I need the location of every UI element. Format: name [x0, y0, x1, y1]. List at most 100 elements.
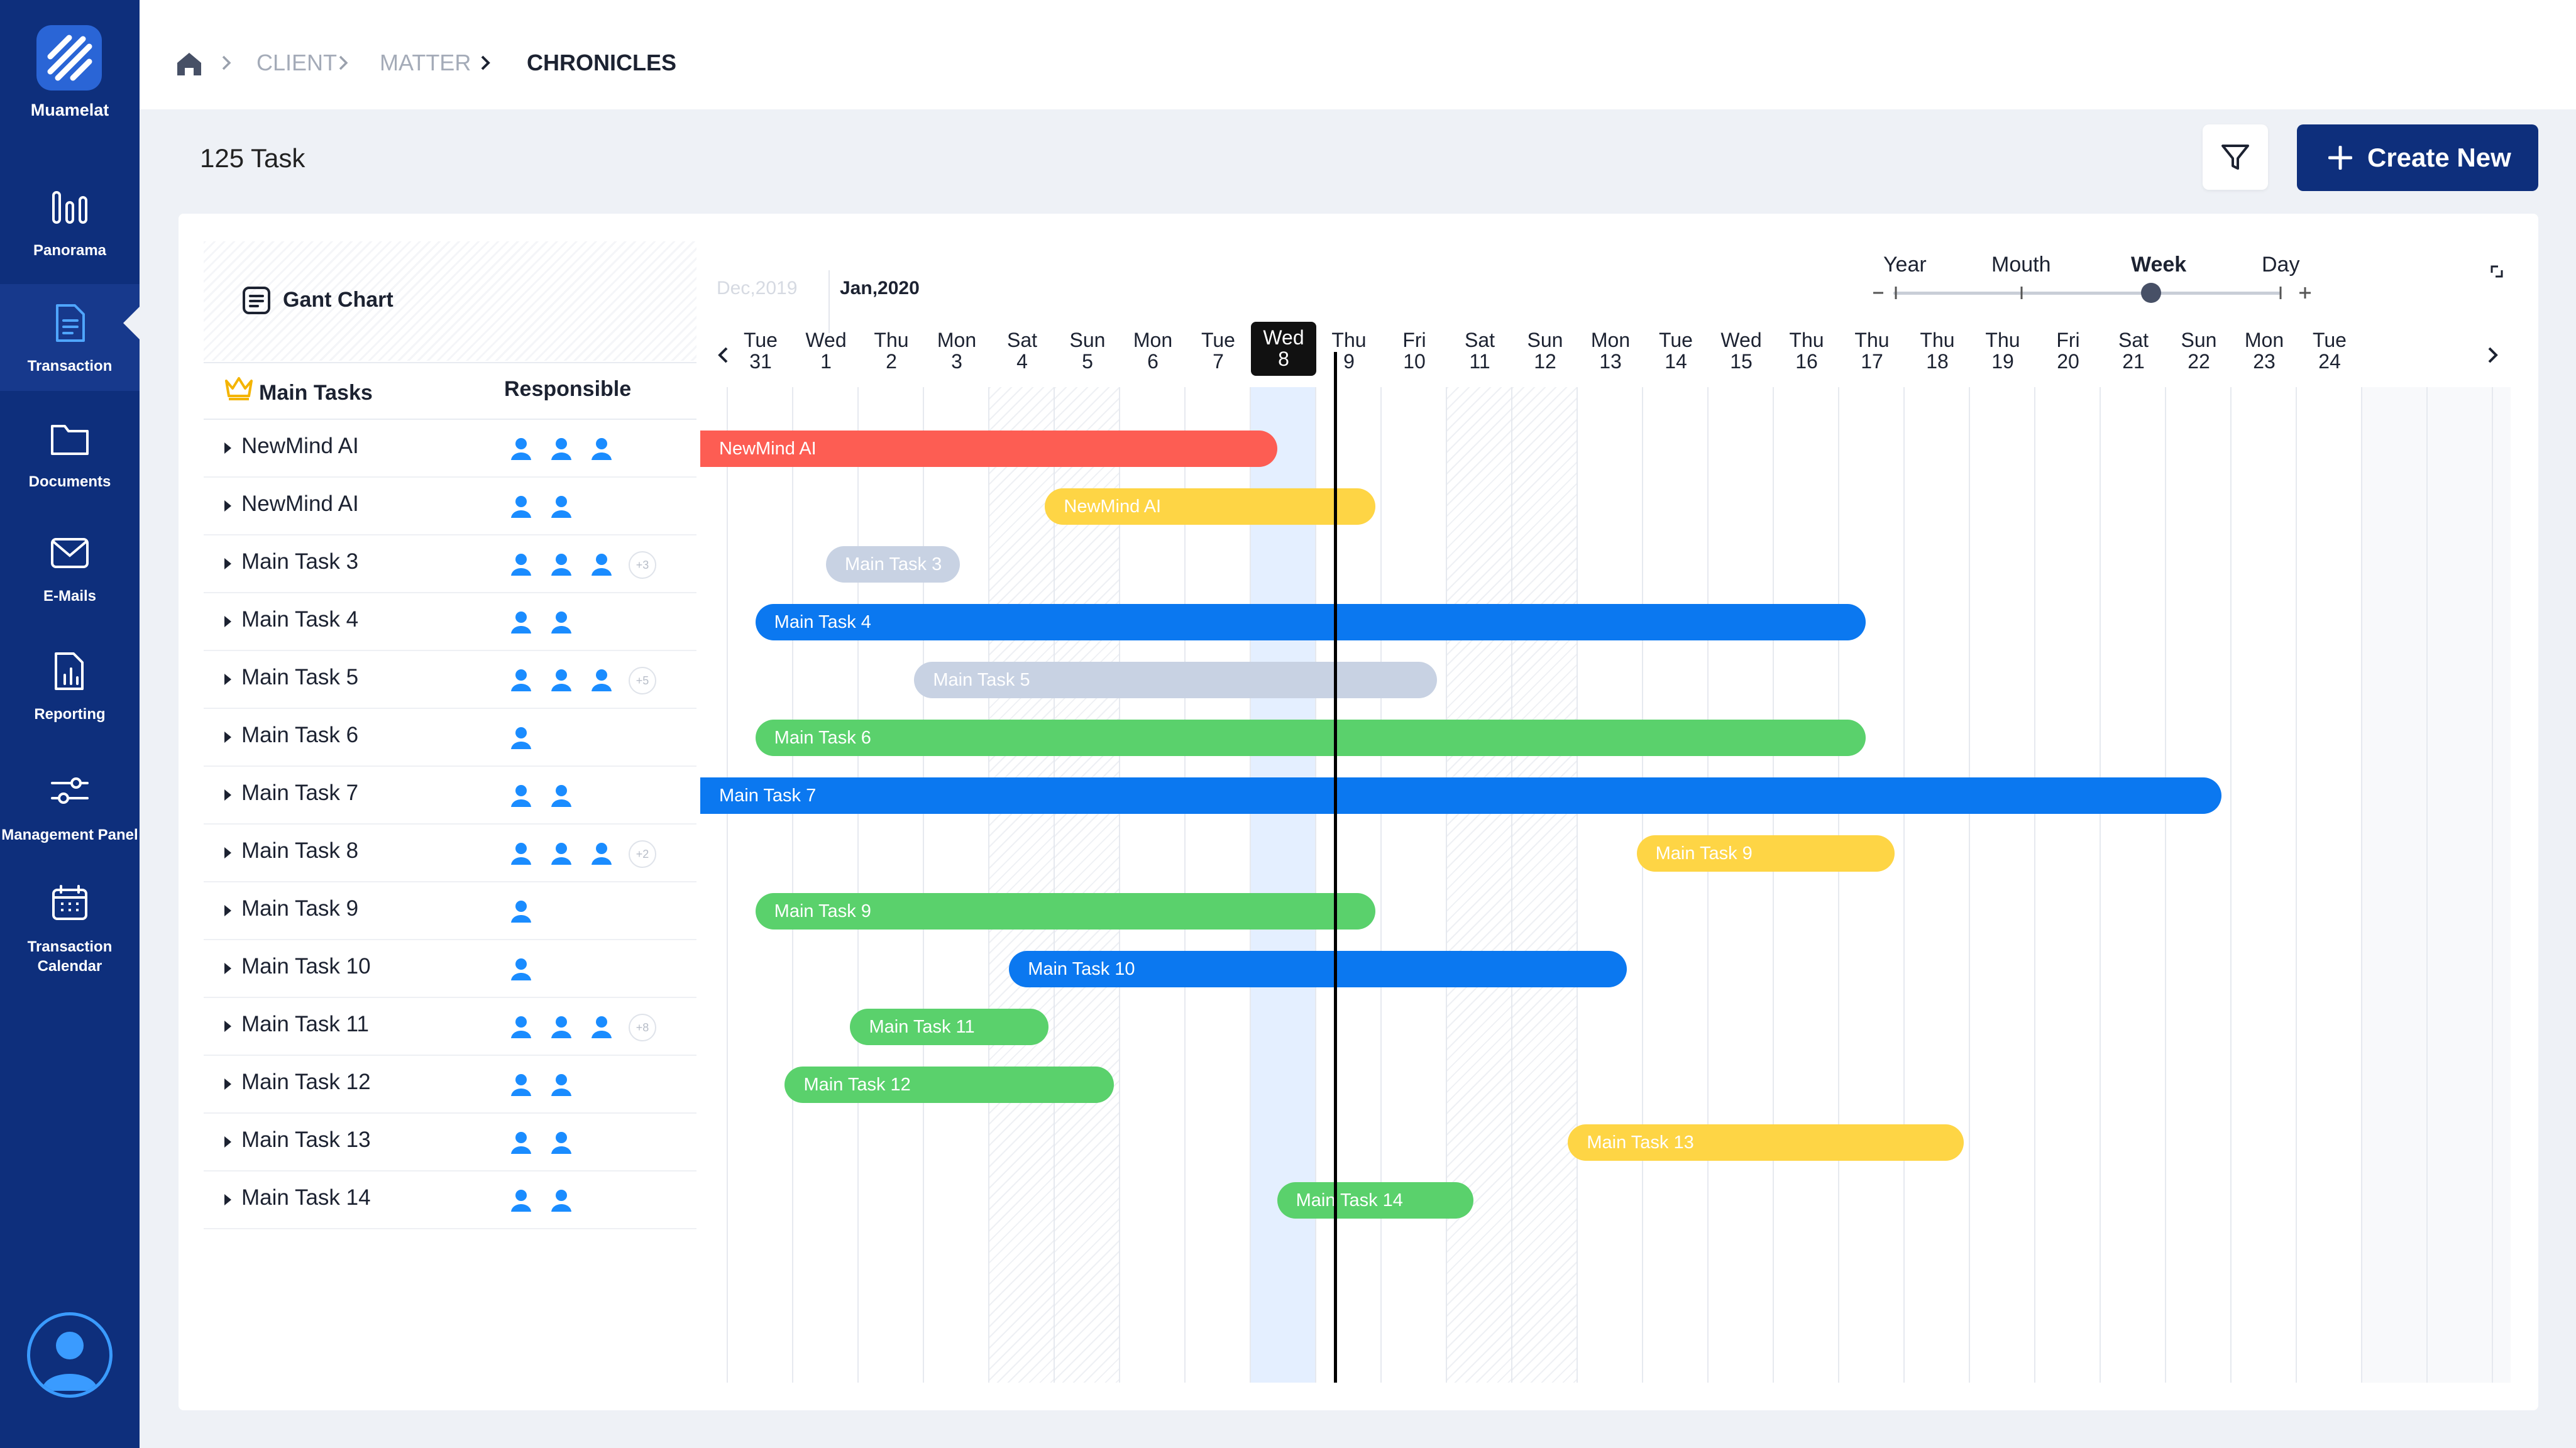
home-icon[interactable] — [175, 50, 204, 77]
person-icon[interactable] — [508, 955, 534, 985]
breadcrumb-matter[interactable]: MATTER — [380, 49, 471, 77]
sidebar-item-emails[interactable]: E-Mails — [0, 532, 140, 607]
person-icon[interactable] — [548, 1071, 575, 1100]
person-icon[interactable] — [508, 782, 534, 811]
gantt-bar[interactable]: Main Task 6 — [755, 720, 1866, 756]
task-row[interactable]: Main Task 6 — [204, 709, 696, 767]
scale-year[interactable]: Year — [1883, 253, 1927, 277]
person-icon[interactable] — [548, 608, 575, 638]
gantt-bar[interactable]: Main Task 12 — [784, 1067, 1114, 1103]
person-icon[interactable] — [508, 897, 534, 927]
sidebar-item-panorama[interactable]: Panorama — [0, 186, 140, 274]
person-icon[interactable] — [588, 1013, 615, 1043]
person-icon[interactable] — [508, 493, 534, 522]
person-icon[interactable] — [548, 493, 575, 522]
main-tasks-header[interactable]: Main Tasks — [259, 381, 373, 405]
task-row[interactable]: Main Task 3 +3 — [204, 535, 696, 593]
timeline-next-button[interactable] — [2483, 346, 2502, 365]
expand-caret-icon[interactable] — [224, 1078, 231, 1090]
sidebar-item-transaction[interactable]: Transaction — [0, 284, 140, 391]
person-icon[interactable] — [508, 1013, 534, 1043]
expand-icon[interactable] — [2489, 264, 2504, 279]
expand-caret-icon[interactable] — [224, 732, 231, 743]
expand-caret-icon[interactable] — [224, 442, 231, 454]
scale-month[interactable]: Mouth — [1991, 253, 2051, 277]
gantt-bar[interactable]: Main Task 10 — [1009, 951, 1627, 987]
task-row[interactable]: Main Task 12 — [204, 1056, 696, 1114]
task-row[interactable]: Main Task 8 +2 — [204, 825, 696, 882]
person-icon[interactable] — [508, 666, 534, 696]
gantt-bar[interactable]: Main Task 13 — [1568, 1124, 1964, 1161]
expand-caret-icon[interactable] — [224, 789, 231, 801]
task-row[interactable]: Main Task 10 — [204, 940, 696, 998]
more-people-badge[interactable]: +8 — [629, 1014, 656, 1041]
expand-caret-icon[interactable] — [224, 905, 231, 916]
task-row[interactable]: Main Task 11 +8 — [204, 998, 696, 1056]
task-row[interactable]: Main Task 14 — [204, 1171, 696, 1229]
person-icon[interactable] — [508, 1129, 534, 1158]
expand-caret-icon[interactable] — [224, 674, 231, 685]
sidebar-item-reporting[interactable]: Reporting — [0, 650, 140, 732]
gantt-bar[interactable]: NewMind AI — [1045, 488, 1375, 525]
gantt-bar[interactable]: Main Task 3 — [826, 546, 960, 583]
expand-caret-icon[interactable] — [224, 847, 231, 858]
create-new-button[interactable]: Create New — [2297, 124, 2538, 191]
task-row[interactable]: Main Task 7 — [204, 767, 696, 825]
task-row[interactable]: NewMind AI — [204, 478, 696, 535]
expand-caret-icon[interactable] — [224, 1194, 231, 1205]
person-icon[interactable] — [548, 1129, 575, 1158]
expand-caret-icon[interactable] — [224, 558, 231, 569]
gantt-bar[interactable]: Main Task 5 — [914, 662, 1438, 698]
app-logo[interactable] — [36, 25, 102, 90]
gantt-bar[interactable]: Main Task 11 — [850, 1009, 1049, 1045]
breadcrumb-client[interactable]: CLIENT — [256, 49, 337, 77]
person-icon[interactable] — [508, 551, 534, 580]
person-icon[interactable] — [548, 1187, 575, 1216]
person-icon[interactable] — [588, 435, 615, 464]
person-icon[interactable] — [508, 724, 534, 754]
person-icon[interactable] — [588, 666, 615, 696]
expand-caret-icon[interactable] — [224, 500, 231, 512]
task-row[interactable]: Main Task 13 — [204, 1114, 696, 1171]
expand-caret-icon[interactable] — [224, 616, 231, 627]
person-icon[interactable] — [548, 551, 575, 580]
more-people-badge[interactable]: +5 — [629, 667, 656, 694]
person-icon[interactable] — [508, 608, 534, 638]
zoom-slider[interactable] — [1871, 280, 2313, 305]
person-icon[interactable] — [508, 1187, 534, 1216]
scale-day[interactable]: Day — [2262, 253, 2299, 277]
task-row[interactable]: Main Task 9 — [204, 882, 696, 940]
person-icon[interactable] — [548, 666, 575, 696]
more-people-badge[interactable]: +2 — [629, 840, 656, 868]
sidebar-item-transaction-calendar[interactable]: Transaction Calendar — [0, 882, 140, 983]
task-row[interactable]: NewMind AI — [204, 420, 696, 478]
person-icon[interactable] — [548, 435, 575, 464]
sidebar-item-management-panel[interactable]: Management Panel — [0, 771, 140, 871]
person-icon[interactable] — [588, 551, 615, 580]
gantt-bar[interactable]: Main Task 14 — [1277, 1182, 1473, 1219]
person-icon[interactable] — [508, 840, 534, 869]
gantt-bar[interactable]: Main Task 9 — [755, 893, 1375, 930]
person-icon[interactable] — [508, 1071, 534, 1100]
more-people-badge[interactable]: +3 — [629, 551, 656, 579]
responsible-header[interactable]: Responsible — [504, 377, 631, 402]
plus-icon — [2328, 146, 2352, 170]
gantt-bar[interactable]: Main Task 7 — [700, 777, 2222, 814]
person-icon[interactable] — [548, 782, 575, 811]
expand-caret-icon[interactable] — [224, 1136, 231, 1148]
expand-caret-icon[interactable] — [224, 963, 231, 974]
person-icon[interactable] — [548, 1013, 575, 1043]
task-row[interactable]: Main Task 4 — [204, 593, 696, 651]
gantt-bar[interactable]: Main Task 9 — [1636, 835, 1895, 872]
task-row[interactable]: Main Task 5 +5 — [204, 651, 696, 709]
person-icon[interactable] — [508, 435, 534, 464]
gantt-bar[interactable]: NewMind AI — [700, 431, 1277, 467]
user-avatar[interactable] — [27, 1312, 113, 1398]
filter-button[interactable] — [2203, 124, 2268, 190]
person-icon[interactable] — [548, 840, 575, 869]
person-icon[interactable] — [588, 840, 615, 869]
sidebar-item-documents[interactable]: Documents — [0, 417, 140, 493]
gantt-bar[interactable]: Main Task 4 — [755, 604, 1866, 640]
scale-week[interactable]: Week — [2131, 253, 2186, 277]
expand-caret-icon[interactable] — [224, 1021, 231, 1032]
